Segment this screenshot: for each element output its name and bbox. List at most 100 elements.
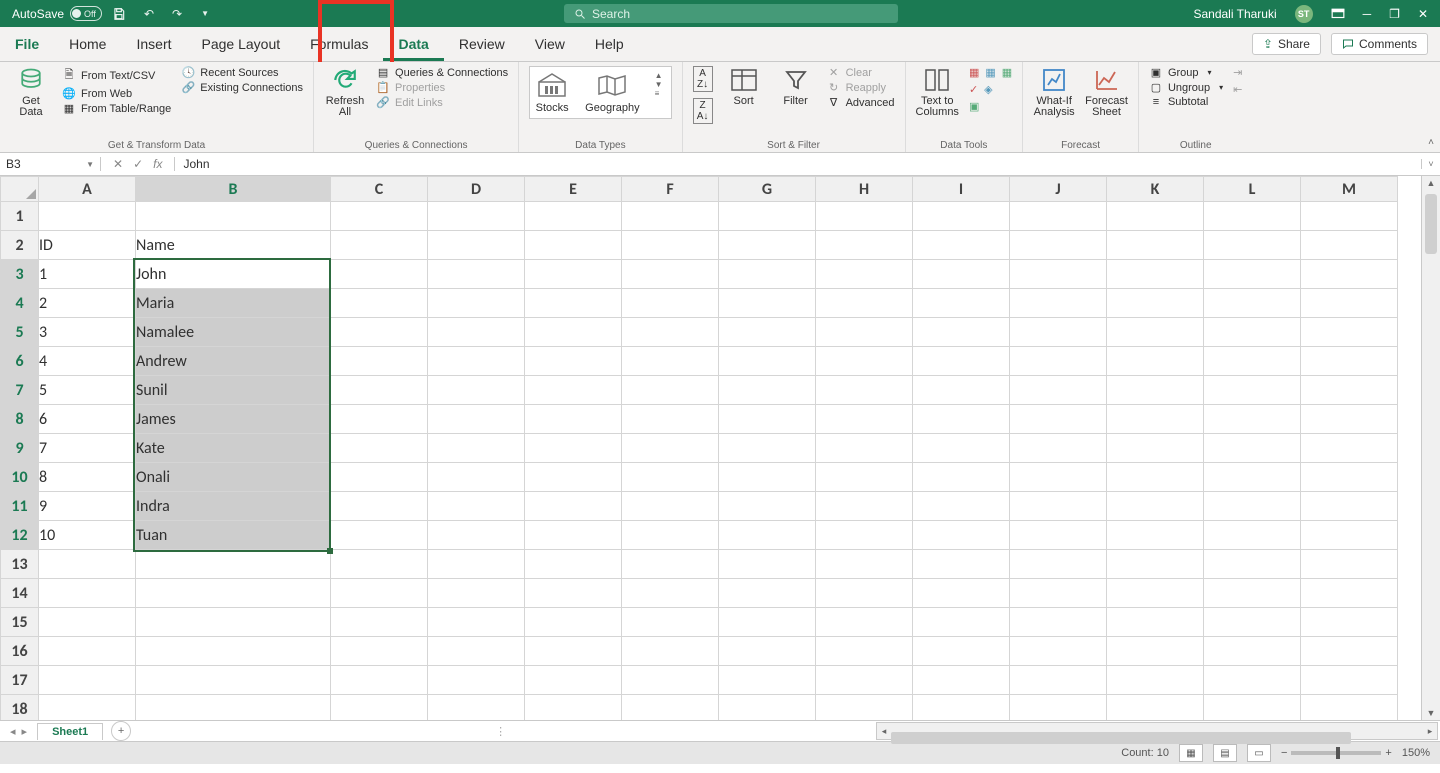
cell-G13[interactable] [719, 550, 816, 579]
cell-C13[interactable] [331, 550, 428, 579]
row-header-8[interactable]: 8 [1, 405, 39, 434]
col-header-I[interactable]: I [913, 177, 1010, 202]
tab-formulas[interactable]: Formulas [295, 27, 383, 61]
cell-E5[interactable] [525, 318, 622, 347]
cell-E4[interactable] [525, 289, 622, 318]
row-header-3[interactable]: 3 [1, 260, 39, 289]
cell-H9[interactable] [816, 434, 913, 463]
cell-E17[interactable] [525, 666, 622, 695]
cell-J10[interactable] [1010, 463, 1107, 492]
cell-A6[interactable]: 4 [39, 347, 136, 376]
sort-az-button[interactable]: AZ↓ [693, 66, 713, 92]
cell-L2[interactable] [1204, 231, 1301, 260]
cell-J12[interactable] [1010, 521, 1107, 550]
filter-button[interactable]: Filter [775, 66, 817, 107]
formula-input[interactable]: John [175, 157, 1421, 171]
cell-A16[interactable] [39, 637, 136, 666]
cell-G7[interactable] [719, 376, 816, 405]
cell-A2[interactable]: ID [39, 231, 136, 260]
cell-L5[interactable] [1204, 318, 1301, 347]
cell-M6[interactable] [1301, 347, 1398, 376]
refresh-all-button[interactable]: Refresh All [324, 66, 366, 118]
ungroup-button[interactable]: ▢Ungroup▾ [1149, 81, 1223, 94]
col-header-H[interactable]: H [816, 177, 913, 202]
share-button[interactable]: ⇪ Share [1252, 33, 1321, 55]
cell-L11[interactable] [1204, 492, 1301, 521]
cell-I2[interactable] [913, 231, 1010, 260]
sheet-tab-active[interactable]: Sheet1 [37, 723, 103, 740]
cell-I7[interactable] [913, 376, 1010, 405]
zoom-in-icon[interactable]: + [1385, 747, 1391, 759]
cell-J1[interactable] [1010, 202, 1107, 231]
fx-icon[interactable]: fx [153, 157, 162, 171]
stocks-type[interactable]: Stocks [534, 71, 570, 114]
redo-icon[interactable]: ↷ [168, 7, 186, 21]
user-name[interactable]: Sandali Tharuki [1193, 7, 1276, 21]
cell-C17[interactable] [331, 666, 428, 695]
cell-B7[interactable]: Sunil [136, 376, 331, 405]
cell-H13[interactable] [816, 550, 913, 579]
cell-I18[interactable] [913, 695, 1010, 721]
cell-E12[interactable] [525, 521, 622, 550]
cell-E9[interactable] [525, 434, 622, 463]
cell-J9[interactable] [1010, 434, 1107, 463]
cell-D2[interactable] [428, 231, 525, 260]
cell-L12[interactable] [1204, 521, 1301, 550]
cell-F10[interactable] [622, 463, 719, 492]
cell-M1[interactable] [1301, 202, 1398, 231]
zoom-control[interactable]: − + [1281, 747, 1392, 759]
cell-I1[interactable] [913, 202, 1010, 231]
cell-K16[interactable] [1107, 637, 1204, 666]
cell-E16[interactable] [525, 637, 622, 666]
cell-E8[interactable] [525, 405, 622, 434]
cell-M11[interactable] [1301, 492, 1398, 521]
cell-C4[interactable] [331, 289, 428, 318]
data-model-icon[interactable]: ▣ [969, 100, 979, 113]
cell-K7[interactable] [1107, 376, 1204, 405]
enter-formula-icon[interactable]: ✓ [133, 157, 143, 171]
cell-M2[interactable] [1301, 231, 1398, 260]
cell-B18[interactable] [136, 695, 331, 721]
select-all-corner[interactable] [1, 177, 39, 202]
cell-F11[interactable] [622, 492, 719, 521]
cell-A7[interactable]: 5 [39, 376, 136, 405]
cell-F16[interactable] [622, 637, 719, 666]
cell-I13[interactable] [913, 550, 1010, 579]
cell-B11[interactable]: Indra [136, 492, 331, 521]
cell-G18[interactable] [719, 695, 816, 721]
cell-D12[interactable] [428, 521, 525, 550]
cell-K12[interactable] [1107, 521, 1204, 550]
geography-type[interactable]: Geography [585, 71, 639, 114]
cell-A5[interactable]: 3 [39, 318, 136, 347]
cell-M5[interactable] [1301, 318, 1398, 347]
cell-H12[interactable] [816, 521, 913, 550]
cell-C11[interactable] [331, 492, 428, 521]
text-to-columns-button[interactable]: Text to Columns [916, 66, 959, 118]
group-button[interactable]: ▣Group▾ [1149, 66, 1223, 79]
cell-C1[interactable] [331, 202, 428, 231]
cell-D5[interactable] [428, 318, 525, 347]
cell-B13[interactable] [136, 550, 331, 579]
scroll-left-icon[interactable]: ◂ [877, 726, 891, 737]
cell-B2[interactable]: Name [136, 231, 331, 260]
cell-D8[interactable] [428, 405, 525, 434]
col-header-B[interactable]: B [136, 177, 331, 202]
row-header-1[interactable]: 1 [1, 202, 39, 231]
save-icon[interactable] [112, 7, 130, 21]
search-box[interactable]: Search [564, 4, 898, 23]
cell-I16[interactable] [913, 637, 1010, 666]
cell-E18[interactable] [525, 695, 622, 721]
cell-M12[interactable] [1301, 521, 1398, 550]
cell-M8[interactable] [1301, 405, 1398, 434]
cell-A9[interactable]: 7 [39, 434, 136, 463]
cell-B15[interactable] [136, 608, 331, 637]
cell-F6[interactable] [622, 347, 719, 376]
sheet-nav-prev-icon[interactable]: ◂ [10, 725, 16, 738]
qat-more-icon[interactable]: ▼ [196, 9, 214, 18]
cell-M4[interactable] [1301, 289, 1398, 318]
cell-D11[interactable] [428, 492, 525, 521]
consolidate-icon[interactable]: ▦ [1002, 66, 1012, 79]
cell-H8[interactable] [816, 405, 913, 434]
cell-B3[interactable]: John [136, 260, 331, 289]
cell-C7[interactable] [331, 376, 428, 405]
